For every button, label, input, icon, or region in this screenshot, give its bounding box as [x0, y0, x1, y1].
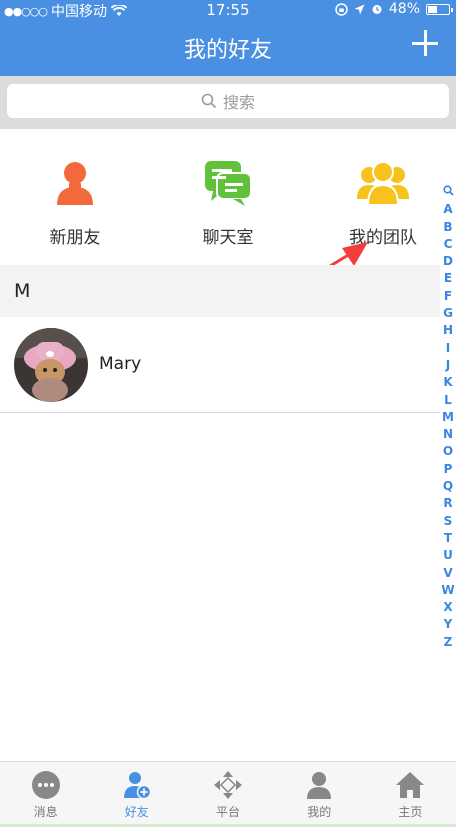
tab-label: 主页 [398, 805, 423, 819]
chat-room-button[interactable]: 聊天室 [153, 159, 303, 248]
index-letter-x[interactable]: X [440, 599, 456, 616]
chat-room-icon [205, 161, 252, 206]
search-placeholder: 搜索 [222, 93, 255, 112]
battery-percent: 48% [388, 1, 420, 17]
index-letter-f[interactable]: F [440, 288, 456, 305]
index-letter-o[interactable]: O [440, 443, 456, 460]
tab-label: 平台 [216, 805, 241, 819]
index-letter-m[interactable]: M [440, 409, 456, 426]
tab-mine[interactable]: 我的 [274, 762, 365, 827]
tab-bar: 消息 好友 平台 我的 主页 [0, 761, 456, 827]
index-letter-n[interactable]: N [440, 426, 456, 443]
index-letter-t[interactable]: T [440, 530, 456, 547]
tab-label: 消息 [33, 805, 58, 819]
my-team-button[interactable]: 我的团队 [308, 159, 456, 248]
index-letter-a[interactable]: A [440, 201, 456, 218]
index-letter-p[interactable]: P [440, 461, 456, 478]
section-header-m: M [0, 265, 440, 317]
location-icon [354, 4, 365, 14]
search-bar-container: 搜索 [0, 76, 456, 129]
status-right: 48% [335, 1, 453, 17]
index-letter-e[interactable]: E [440, 270, 456, 287]
battery-icon [426, 3, 453, 15]
message-bubble-icon [31, 771, 60, 799]
index-letter-k[interactable]: K [440, 374, 456, 391]
index-letter-d[interactable]: D [440, 253, 456, 270]
platform-icon [214, 771, 242, 799]
index-letter-z[interactable]: Z [440, 634, 456, 651]
index-letter-i[interactable]: I [440, 340, 456, 357]
index-letter-u[interactable]: U [440, 547, 456, 564]
index-letter-g[interactable]: G [440, 305, 456, 322]
nav-header: ●●○○○ 中国移动 17:55 48% 我的好友 [0, 0, 456, 76]
contact-row[interactable]: Mary [0, 318, 440, 413]
index-letter-w[interactable]: W [440, 582, 456, 599]
index-search-icon[interactable] [440, 184, 456, 201]
status-bar: ●●○○○ 中国移动 17:55 48% [0, 0, 456, 20]
tab-platform[interactable]: 平台 [182, 762, 273, 827]
tab-label: 好友 [124, 805, 149, 819]
tab-home[interactable]: 主页 [365, 762, 456, 827]
page-title: 我的好友 [183, 38, 272, 63]
index-letter-c[interactable]: C [440, 236, 456, 253]
new-friends-button[interactable]: 新朋友 [0, 159, 150, 248]
index-letter-v[interactable]: V [440, 565, 456, 582]
index-letter-l[interactable]: L [440, 392, 456, 409]
tab-friends[interactable]: 好友 [91, 762, 182, 827]
alarm-icon [372, 5, 382, 14]
team-icon [357, 161, 409, 206]
rotation-lock-icon [335, 2, 348, 16]
index-letter-b[interactable]: B [440, 219, 456, 236]
contact-name: Mary [99, 354, 142, 374]
index-letter-j[interactable]: J [440, 357, 456, 374]
new-friends-label: 新朋友 [49, 228, 101, 248]
tab-label: 我的 [307, 805, 332, 819]
tab-messages[interactable]: 消息 [0, 762, 91, 827]
home-icon [396, 772, 425, 798]
alphabet-index[interactable]: ABCDEFGHIJKLMNOPQRSTUVWXYZ [440, 184, 456, 651]
battery-level-fill [428, 5, 437, 13]
index-letter-h[interactable]: H [440, 322, 456, 339]
profile-icon [307, 772, 332, 799]
add-icon[interactable] [412, 30, 438, 56]
new-friend-icon [57, 162, 93, 205]
index-letter-r[interactable]: R [440, 495, 456, 512]
index-letter-y[interactable]: Y [440, 616, 456, 633]
index-letter-s[interactable]: S [440, 513, 456, 530]
avatar [14, 328, 88, 402]
index-letter-q[interactable]: Q [440, 478, 456, 495]
search-icon [201, 93, 217, 109]
search-input[interactable]: 搜索 [7, 84, 449, 118]
friends-icon [123, 772, 152, 800]
